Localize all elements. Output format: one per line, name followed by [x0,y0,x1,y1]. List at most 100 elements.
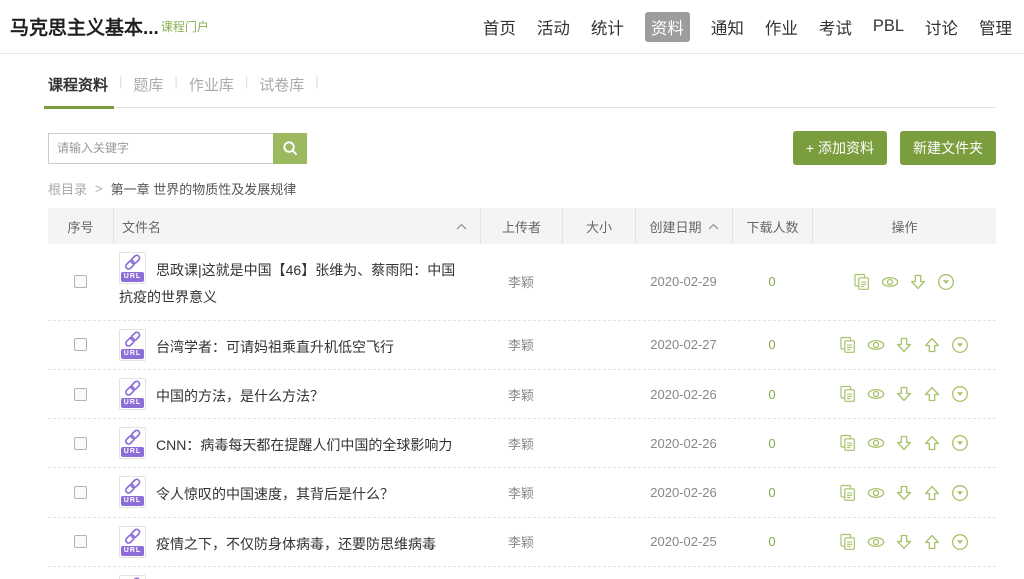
column-actions: 操作 [812,208,996,244]
arrow-up-icon[interactable] [923,533,941,551]
arrow-down-icon[interactable] [895,434,913,452]
tab[interactable]: 课程资料 [48,74,108,107]
row-checkbox[interactable] [74,437,87,450]
table-row: URL 思政课|这就是中国【46】张维为、蔡雨阳：中国抗疫的世界意义 李颖 20… [48,244,996,321]
portal-link[interactable]: 课程门户 [161,18,209,35]
row-downloads-cell: 0 [732,337,812,352]
nav-item[interactable]: 首页 [483,15,516,39]
preview-eye-icon[interactable] [867,484,885,502]
copy-icon[interactable] [853,273,871,291]
row-date-cell: 2020-02-26 [635,436,732,451]
preview-eye-icon[interactable] [867,533,885,551]
arrow-down-icon[interactable] [895,484,913,502]
column-date[interactable]: 创建日期 [635,208,732,244]
arrow-down-icon[interactable] [895,533,913,551]
toolbar-right: + 添加资料 新建文件夹 [793,131,996,165]
more-dropdown-icon[interactable] [951,533,969,551]
search-button[interactable] [273,133,307,164]
tab-separator: | [234,74,259,107]
more-dropdown-icon[interactable] [937,273,955,291]
file-name-link[interactable]: 台湾学者：可请妈祖乘直升机低空飞行 [156,339,394,355]
nav-item[interactable]: 活动 [537,15,570,39]
preview-eye-icon[interactable] [867,385,885,403]
file-name-link[interactable]: 令人惊叹的中国速度，其背后是什么？ [156,486,394,502]
arrow-down-icon[interactable] [895,385,913,403]
row-uploader-cell: 李颖 [480,532,562,551]
more-dropdown-icon[interactable] [951,484,969,502]
url-file-icon: URL [119,378,146,410]
sort-caret-icon[interactable] [708,223,719,230]
row-downloads-cell: 0 [732,485,812,500]
row-downloads-cell: 0 [732,387,812,402]
url-badge: URL [121,447,144,457]
row-checkbox[interactable] [74,275,87,288]
file-name-link[interactable]: CNN：病毒每天都在提醒人们中国的全球影响力 [156,437,452,453]
row-seq-cell [48,437,113,450]
row-actions-cell [812,336,996,354]
column-filename-label: 文件名 [122,217,161,236]
top-nav: 首页 活动 统计 资料 通知 作业 考试 PBL 讨论 管理 [483,12,1012,42]
nav-item[interactable]: 讨论 [925,15,958,39]
copy-icon[interactable] [839,336,857,354]
row-uploader-cell: 李颖 [480,434,562,453]
breadcrumb-current: 第一章 世界的物质性及发展规律 [111,179,297,198]
copy-icon[interactable] [839,533,857,551]
nav-item[interactable]: 管理 [979,15,1012,39]
row-seq-cell [48,486,113,499]
url-badge: URL [121,546,144,556]
add-material-button[interactable]: + 添加资料 [793,131,887,165]
preview-eye-icon[interactable] [867,336,885,354]
row-date-cell: 2020-02-25 [635,534,732,549]
nav-item[interactable]: 作业 [765,15,798,39]
column-filename[interactable]: 文件名 [113,208,480,244]
more-dropdown-icon[interactable] [951,434,969,452]
row-checkbox[interactable] [74,388,87,401]
row-filename-cell: URL 台湾学者：可请妈祖乘直升机低空飞行 [113,329,480,361]
row-checkbox[interactable] [74,486,87,499]
row-filename-cell: URL 思政课|这就是中国【46】张维为、蔡雨阳：中国抗疫的世界意义 [113,252,480,312]
arrow-down-icon[interactable] [895,336,913,354]
row-seq-cell [48,535,113,548]
copy-icon[interactable] [839,484,857,502]
nav-item[interactable]: 资料 [645,12,690,42]
copy-icon[interactable] [839,385,857,403]
arrow-up-icon[interactable] [923,336,941,354]
column-size: 大小 [562,208,635,244]
arrow-up-icon[interactable] [923,484,941,502]
row-downloads-cell: 0 [732,274,812,289]
nav-item[interactable]: 统计 [591,15,624,39]
file-name-link[interactable]: 疫情之下，不仅防身体病毒，还要防思维病毒 [156,536,436,552]
arrow-up-icon[interactable] [923,385,941,403]
more-dropdown-icon[interactable] [951,336,969,354]
breadcrumb: 根目录 > 第一章 世界的物质性及发展规律 [48,179,996,198]
preview-eye-icon[interactable] [867,434,885,452]
row-date-cell: 2020-02-26 [635,485,732,500]
column-uploader: 上传者 [480,208,562,244]
row-uploader-cell: 李颖 [480,385,562,404]
row-seq-cell [48,275,113,288]
tab[interactable]: 题库 [133,74,163,107]
arrow-up-icon[interactable] [923,434,941,452]
new-folder-button[interactable]: 新建文件夹 [900,131,996,165]
nav-item[interactable]: 考试 [819,15,852,39]
row-uploader-cell: 李颖 [480,335,562,354]
url-badge: URL [121,349,144,359]
row-actions-cell [812,484,996,502]
row-checkbox[interactable] [74,338,87,351]
file-name-link[interactable]: 中国的方法，是什么方法？ [156,388,324,404]
preview-eye-icon[interactable] [881,273,899,291]
row-checkbox[interactable] [74,535,87,548]
search-input[interactable] [48,133,273,164]
topbar: 马克思主义基本... 课程门户 首页 活动 统计 资料 通知 作业 考试 PBL… [0,0,1024,54]
breadcrumb-separator: > [95,181,103,196]
tab[interactable]: 作业库 [189,74,234,107]
breadcrumb-root[interactable]: 根目录 [48,179,87,198]
tab[interactable]: 试卷库 [259,74,304,107]
file-name-link[interactable]: 思政课|这就是中国【46】张维为、蔡雨阳：中国抗疫的世界意义 [119,262,455,305]
more-dropdown-icon[interactable] [951,385,969,403]
sort-caret-icon[interactable] [456,223,467,230]
nav-item[interactable]: 通知 [711,15,744,39]
arrow-down-icon[interactable] [909,273,927,291]
copy-icon[interactable] [839,434,857,452]
nav-item[interactable]: PBL [873,17,904,36]
